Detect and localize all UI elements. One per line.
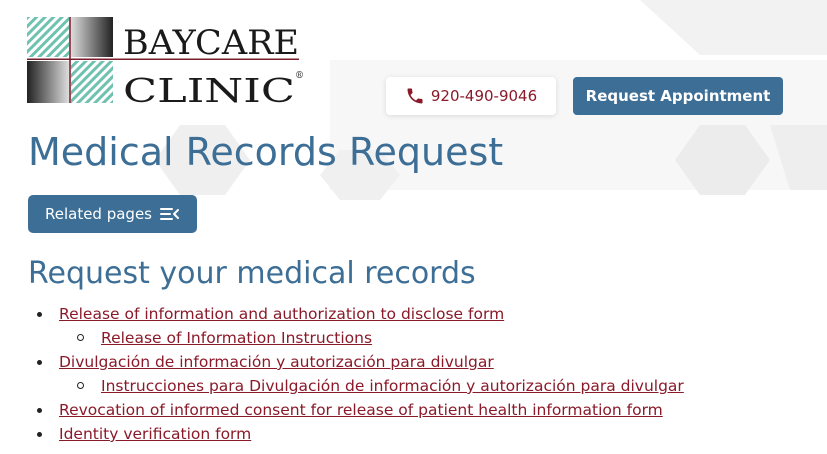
list-item: Instrucciones para Divulgación de inform…	[59, 374, 818, 398]
logo-clinic-text: CLINIC	[123, 71, 295, 108]
baycare-clinic-logo[interactable]: BAYCARE CLINIC ®	[27, 16, 307, 110]
list-item: Release of Information Instructions	[59, 326, 818, 350]
release-of-information-link[interactable]: Release of information and authorization…	[59, 305, 504, 323]
section-heading: Request your medical records	[28, 256, 476, 291]
sub-list: Release of Information Instructions	[59, 326, 818, 350]
revocation-consent-link[interactable]: Revocation of informed consent for relea…	[59, 401, 663, 419]
registered-mark: ®	[295, 71, 304, 81]
related-pages-label: Related pages	[44, 205, 152, 223]
list-item: Identity verification form	[28, 422, 818, 446]
instrucciones-divulgacion-link[interactable]: Instrucciones para Divulgación de inform…	[101, 377, 684, 395]
related-pages-button[interactable]: Related pages	[28, 195, 197, 233]
request-appointment-button[interactable]: Request Appointment	[573, 77, 783, 115]
divulgacion-link[interactable]: Divulgación de información y autorizació…	[59, 353, 494, 371]
list-item: Revocation of informed consent for relea…	[28, 398, 818, 422]
page-title: Medical Records Request	[28, 130, 504, 174]
phone-button[interactable]: 920-490-9046	[386, 77, 556, 115]
records-link-list: Release of information and authorization…	[28, 302, 818, 446]
menu-collapse-icon	[160, 208, 179, 220]
phone-number: 920-490-9046	[430, 87, 538, 105]
list-item: Release of information and authorization…	[28, 302, 818, 350]
sub-list: Instrucciones para Divulgación de inform…	[59, 374, 818, 398]
logo-mark: BAYCARE CLINIC ®	[27, 17, 304, 110]
release-instructions-link[interactable]: Release of Information Instructions	[101, 329, 372, 347]
identity-verification-link[interactable]: Identity verification form	[59, 425, 251, 443]
logo-baycare-text: BAYCARE	[123, 23, 299, 63]
list-item: Divulgación de información y autorizació…	[28, 350, 818, 398]
phone-icon	[407, 88, 423, 104]
